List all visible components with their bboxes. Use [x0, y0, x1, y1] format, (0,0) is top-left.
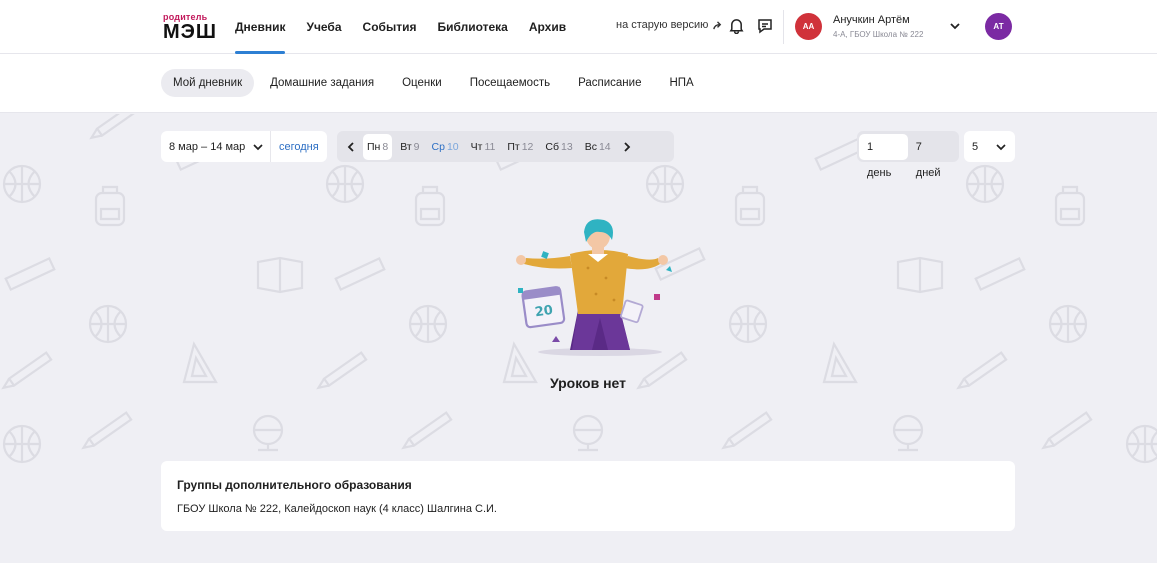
- date-range-picker: 8 мар – 14 мар сегодня: [161, 131, 327, 162]
- day-name: Сб: [545, 140, 560, 153]
- day-name: Пт: [507, 140, 520, 153]
- day-name: Ср: [431, 140, 445, 153]
- day-name: Пн: [367, 140, 381, 153]
- extra-education-card: Группы дополнительного образования ГБОУ …: [161, 461, 1015, 531]
- day-number: 8: [382, 140, 389, 153]
- nav-item-events[interactable]: События: [363, 0, 417, 54]
- view-1-day[interactable]: 1 день: [859, 133, 908, 179]
- svg-text:20: 20: [534, 303, 554, 320]
- day-name: Чт: [470, 140, 483, 153]
- view-7-days[interactable]: 7 дней: [908, 134, 957, 179]
- chat-icon[interactable]: [756, 17, 774, 35]
- view-switch: 1 день 7 дней: [857, 131, 959, 179]
- nav-item-library[interactable]: Библиотека: [437, 0, 507, 54]
- day-mon[interactable]: Пн 8: [363, 133, 393, 160]
- logo-big-text: МЭШ: [163, 21, 217, 43]
- sub-header: Мой дневник Домашние задания Оценки Посе…: [0, 54, 1157, 113]
- extra-education-title: Группы дополнительного образования: [177, 478, 412, 492]
- chevron-left-icon: [347, 141, 354, 152]
- chevron-right-icon: [624, 141, 630, 152]
- sub-nav: Мой дневник Домашние задания Оценки Посе…: [161, 69, 706, 97]
- tab-npa[interactable]: НПА: [657, 69, 705, 97]
- main-nav: Дневник Учеба События Библиотека Архив: [235, 0, 587, 54]
- day-name: Вс: [584, 140, 597, 153]
- day-name: Вт: [400, 140, 412, 153]
- student-school: 4-А, ГБОУ Школа № 222: [833, 30, 924, 39]
- day-sat[interactable]: Сб 13: [541, 134, 576, 160]
- date-range-value: 8 мар – 14 мар: [169, 140, 246, 153]
- day-fri[interactable]: Пт 12: [503, 134, 537, 160]
- tab-homework[interactable]: Домашние задания: [258, 69, 386, 97]
- today-button[interactable]: сегодня: [271, 141, 319, 153]
- tab-my-diary[interactable]: Мой дневник: [161, 69, 255, 97]
- chevron-down-icon[interactable]: [948, 19, 962, 33]
- no-lessons-illustration: 20: [516, 219, 672, 356]
- bell-icon[interactable]: [727, 17, 745, 35]
- student-name[interactable]: Анучкин Артём: [833, 14, 910, 26]
- tab-schedule[interactable]: Расписание: [566, 69, 653, 97]
- count-value: 5: [972, 140, 979, 153]
- prev-week-button[interactable]: [341, 134, 361, 160]
- day-number: 12: [521, 140, 534, 153]
- date-range-dropdown[interactable]: 8 мар – 14 мар: [161, 131, 271, 162]
- day-number: 11: [484, 140, 496, 153]
- day-number: 14: [598, 140, 611, 153]
- arrow-forward-icon: [713, 20, 722, 29]
- day-number: 10: [446, 140, 459, 153]
- header-divider: [783, 10, 784, 44]
- old-version-label: на старую версию: [616, 19, 709, 31]
- extra-education-text: ГБОУ Школа № 222, Калейдоскоп наук (4 кл…: [177, 503, 497, 515]
- count-select[interactable]: 5: [964, 131, 1015, 162]
- old-version-link[interactable]: на старую версию: [616, 19, 723, 31]
- day-number: 13: [561, 140, 573, 153]
- tab-attendance[interactable]: Посещаемость: [458, 69, 562, 97]
- nav-item-diary[interactable]: Дневник: [235, 0, 286, 54]
- student-avatar[interactable]: АА: [795, 13, 822, 40]
- day-number: 9: [413, 140, 420, 153]
- logo[interactable]: родитель МЭШ: [163, 12, 217, 42]
- nav-item-archive[interactable]: Архив: [529, 0, 566, 54]
- chevron-down-icon: [996, 143, 1006, 150]
- day-thu[interactable]: Чт 11: [467, 134, 500, 160]
- next-week-button[interactable]: [617, 134, 637, 160]
- day-sun[interactable]: Вс 14: [581, 134, 615, 160]
- tab-grades[interactable]: Оценки: [390, 69, 454, 97]
- day-tue[interactable]: Вт 9: [396, 134, 423, 160]
- day-wed[interactable]: Ср 10: [428, 134, 463, 160]
- top-header: родитель МЭШ Дневник Учеба События Библи…: [0, 0, 1157, 54]
- no-lessons-text: Уроков нет: [549, 375, 627, 391]
- chevron-down-icon: [253, 143, 263, 150]
- user-avatar[interactable]: АТ: [985, 13, 1012, 40]
- nav-item-study[interactable]: Учеба: [306, 0, 341, 54]
- week-strip: Пн 8 Вт 9 Ср 10 Чт 11 Пт 12 Сб 13 Вс 14: [337, 131, 674, 162]
